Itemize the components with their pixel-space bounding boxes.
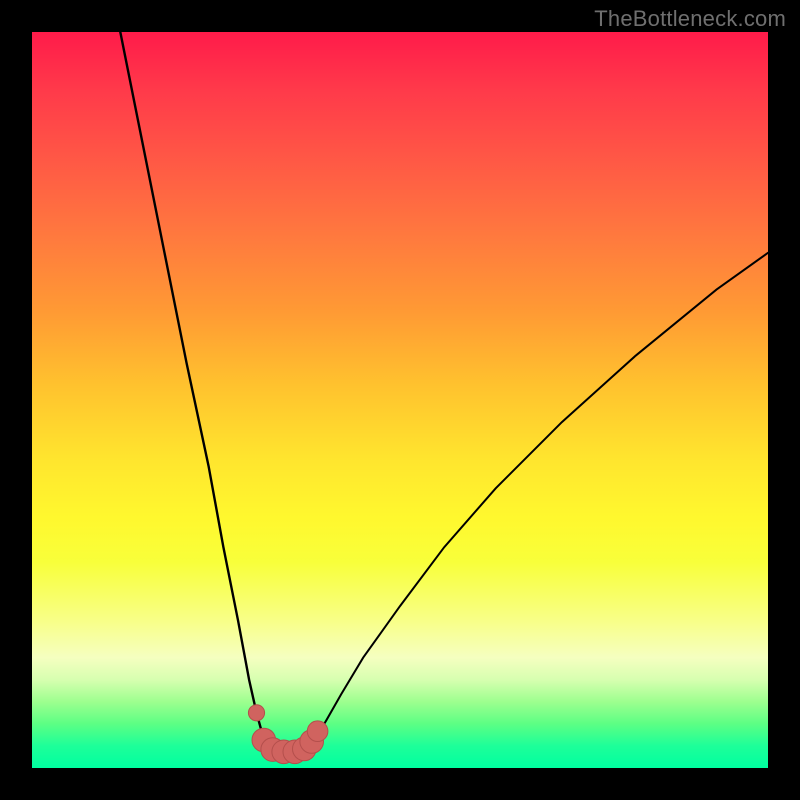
chart-frame: TheBottleneck.com [0, 0, 800, 800]
highlight-dot [248, 705, 264, 721]
watermark-text: TheBottleneck.com [594, 6, 786, 32]
highlight-dot [307, 721, 328, 742]
bottleneck-curve-left [120, 32, 269, 750]
curve-layer [32, 32, 768, 768]
bottleneck-curve-right [308, 253, 768, 750]
plot-area [32, 32, 768, 768]
highlight-marker-group [248, 705, 328, 764]
